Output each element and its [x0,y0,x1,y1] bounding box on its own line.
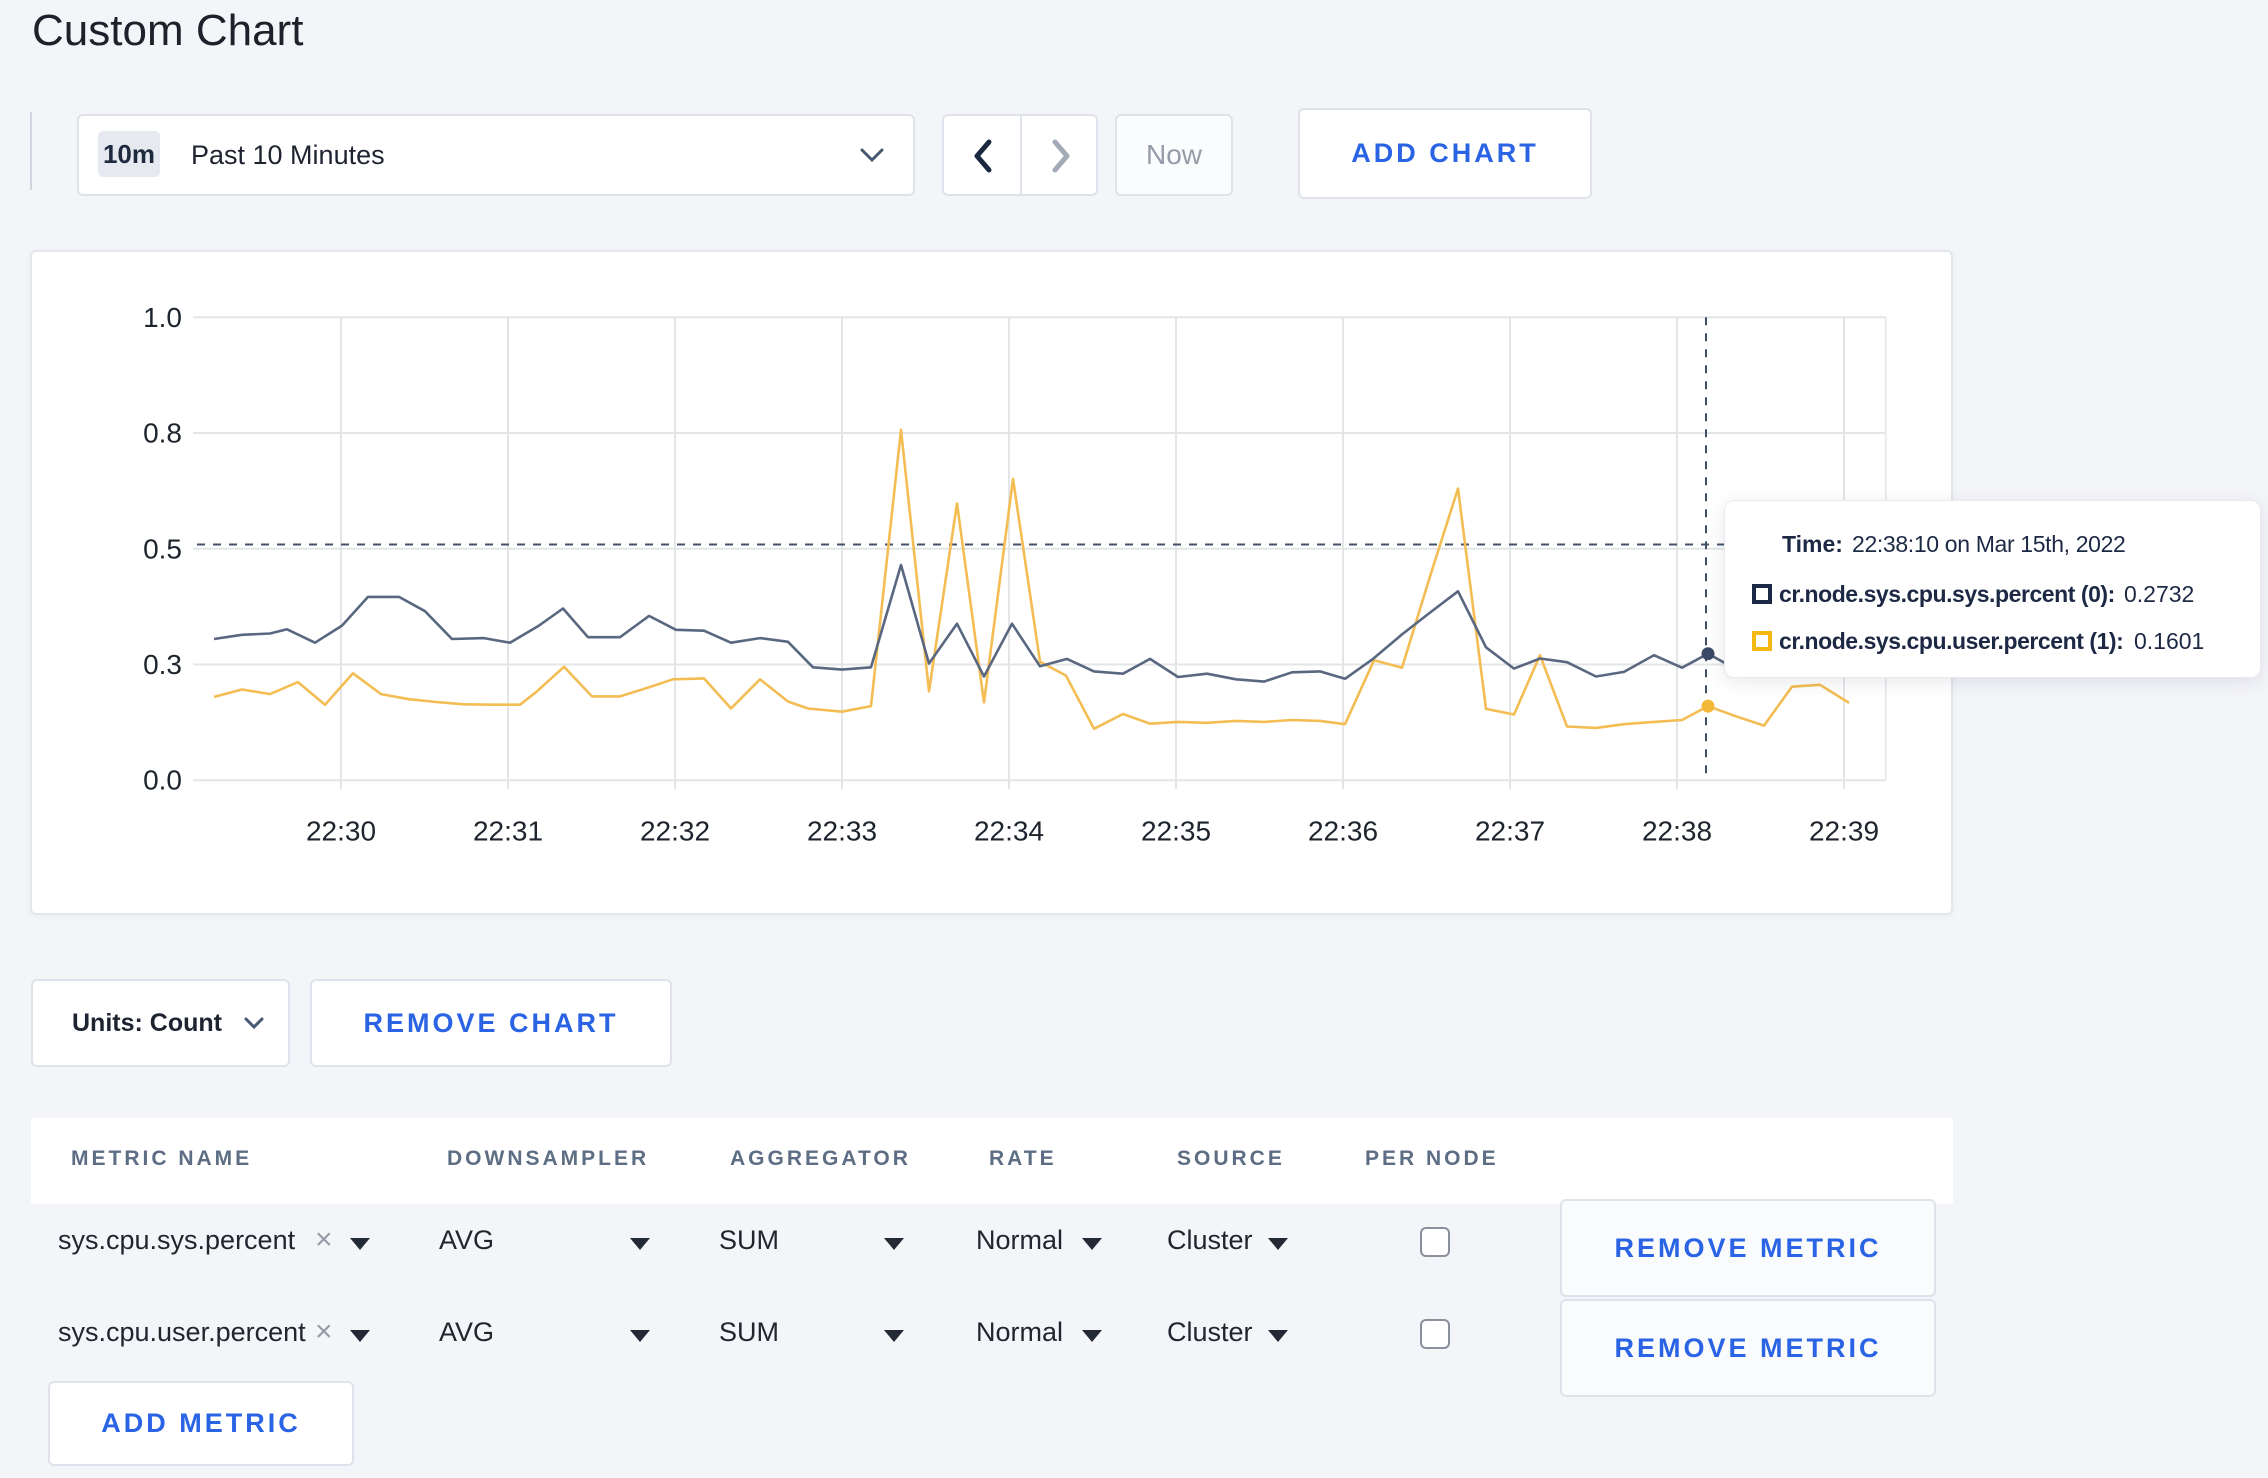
svg-text:1.0: 1.0 [143,302,182,333]
svg-text:22:38: 22:38 [1642,816,1712,847]
svg-text:0.5: 0.5 [143,533,182,564]
svg-text:22:30: 22:30 [306,816,376,847]
svg-text:0.0: 0.0 [143,765,182,796]
svg-text:0.3: 0.3 [143,649,182,680]
svg-text:22:39: 22:39 [1809,816,1879,847]
svg-text:22:37: 22:37 [1475,816,1545,847]
svg-text:22:35: 22:35 [1141,816,1211,847]
svg-text:22:34: 22:34 [974,816,1044,847]
svg-text:22:36: 22:36 [1308,816,1378,847]
svg-text:22:32: 22:32 [640,816,710,847]
svg-text:22:31: 22:31 [473,816,543,847]
svg-text:0.8: 0.8 [143,418,182,449]
svg-text:22:33: 22:33 [807,816,877,847]
